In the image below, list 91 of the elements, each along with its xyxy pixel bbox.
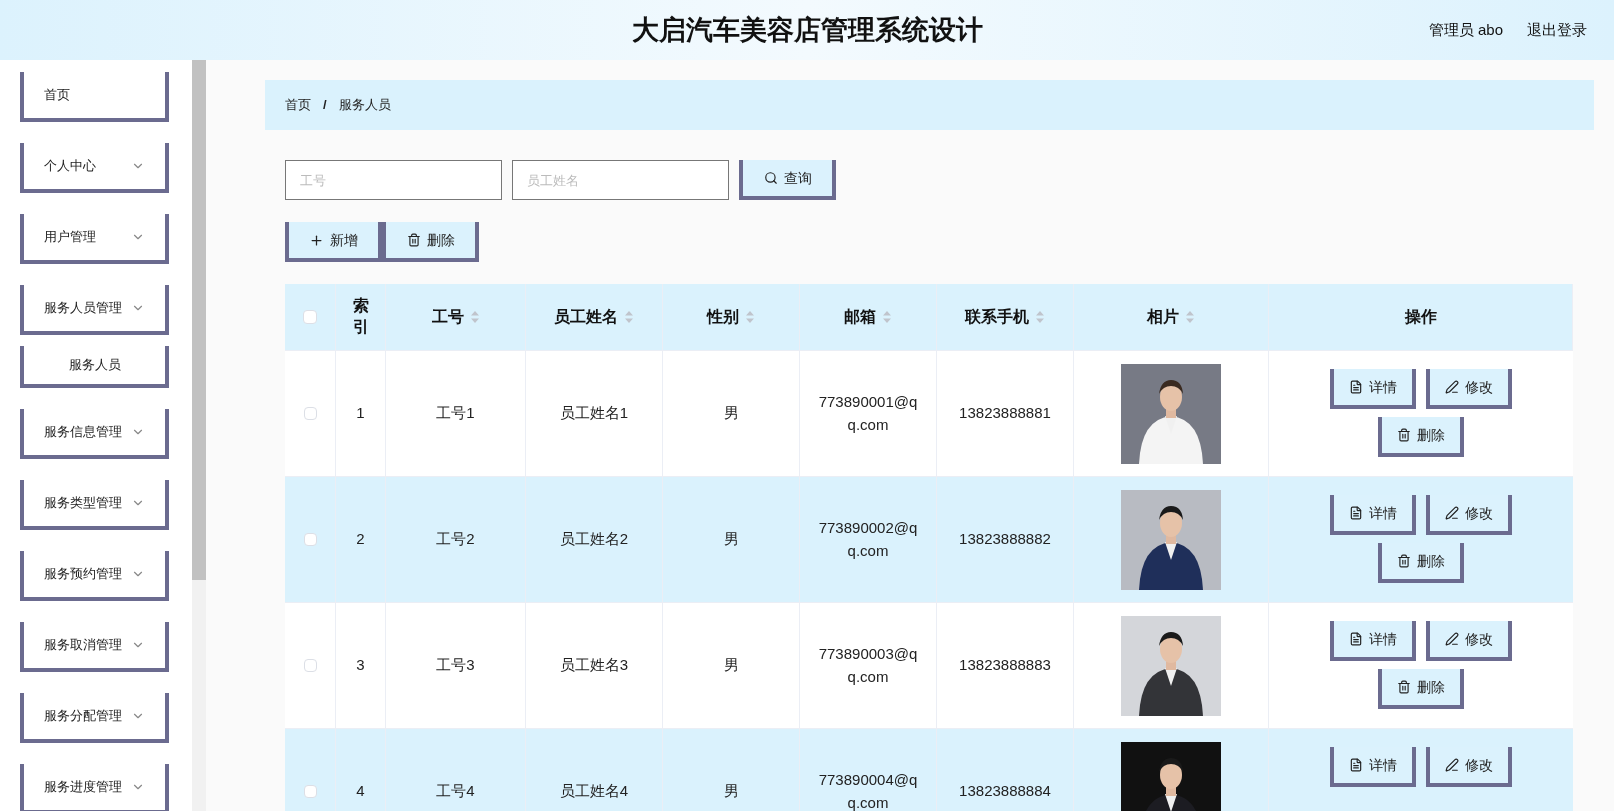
table-cell: 773890003@qq.com [800, 603, 937, 728]
pencil-icon [1445, 758, 1459, 772]
sort-icon[interactable] [1185, 310, 1195, 324]
trash-icon [1397, 680, 1411, 694]
edit-button[interactable]: 修改 [1426, 747, 1512, 787]
trash-icon [1397, 554, 1411, 568]
delete-button[interactable]: 删除 [1378, 543, 1464, 583]
table-cell: 员工姓名1 [526, 351, 663, 476]
menu-item[interactable]: 个人中心 [20, 143, 169, 193]
menu-item[interactable]: 服务信息管理 [20, 409, 169, 459]
column-header: 邮箱 [844, 307, 876, 327]
table-cell: 4 [336, 729, 386, 811]
document-icon [1349, 506, 1363, 520]
breadcrumb-link[interactable]: 首页 [285, 95, 311, 115]
table-cell: 男 [663, 477, 800, 602]
row-checkbox[interactable] [303, 407, 317, 420]
breadcrumb-link[interactable]: 服务人员 [338, 95, 391, 115]
document-icon [1349, 758, 1363, 772]
trash-icon [406, 233, 421, 247]
search-icon [763, 171, 778, 185]
detail-button[interactable]: 详情 [1330, 369, 1416, 409]
document-icon [1349, 632, 1363, 646]
table-cell: 工号2 [386, 477, 526, 602]
detail-button[interactable]: 详情 [1330, 747, 1416, 787]
table-cell: 工号1 [386, 351, 526, 476]
table-cell: 员工姓名3 [526, 603, 663, 728]
table-cell: 773890002@qq.com [800, 477, 937, 602]
detail-button[interactable]: 详情 [1330, 621, 1416, 661]
pencil-icon [1445, 380, 1459, 394]
search-field[interactable]: 员工姓名 [512, 160, 729, 200]
table-cell: 男 [663, 603, 800, 728]
sort-icon[interactable] [624, 310, 634, 324]
table-cell: 13823888882 [937, 477, 1074, 602]
table-cell: 男 [663, 729, 800, 811]
breadcrumb-separator: / [323, 96, 327, 115]
table-cell: 工号4 [386, 729, 526, 811]
edit-button[interactable]: 修改 [1426, 369, 1512, 409]
table-cell: 1 [336, 351, 386, 476]
delete-button[interactable]: 删除 [382, 222, 479, 262]
sort-icon[interactable] [469, 310, 480, 324]
edit-button[interactable]: 修改 [1426, 495, 1512, 535]
row-checkbox[interactable] [303, 659, 317, 672]
table-cell: 员工姓名4 [526, 729, 663, 811]
table-cell: 13823888883 [937, 603, 1074, 728]
menu-item[interactable]: 服务取消管理 [20, 622, 169, 672]
delete-button[interactable]: 删除 [1378, 669, 1464, 709]
select-all-checkbox[interactable] [303, 310, 317, 324]
table-cell: 工号3 [386, 603, 526, 728]
table-cell: 3 [336, 603, 386, 728]
menu-item[interactable]: 服务类型管理 [20, 480, 169, 530]
table-cell: 773890004@qq.com [800, 729, 937, 811]
user-label: 管理员 abo [1428, 19, 1503, 40]
sort-icon[interactable] [745, 310, 755, 324]
trash-icon [1397, 428, 1411, 442]
column-header: 员工姓名 [554, 307, 618, 327]
menu-item[interactable]: 用户管理 [20, 214, 169, 264]
table-cell: 13823888881 [937, 351, 1074, 476]
column-header: 相片 [1147, 307, 1179, 327]
column-header: 性别 [707, 307, 739, 327]
app-title: 大启汽车美容店管理系统设计 [631, 13, 983, 47]
plus-icon [309, 232, 324, 248]
pencil-icon [1445, 632, 1459, 646]
menu-item[interactable]: 服务人员管理 [20, 285, 169, 335]
column-header: 操作 [1404, 307, 1437, 327]
query-button[interactable]: 查询 [739, 160, 836, 200]
row-checkbox[interactable] [303, 533, 317, 546]
document-icon [1349, 380, 1363, 394]
pencil-icon [1445, 506, 1459, 520]
table-cell: 男 [663, 351, 800, 476]
table-cell: 员工姓名2 [526, 477, 663, 602]
table-cell: 13823888884 [937, 729, 1074, 811]
edit-button[interactable]: 修改 [1426, 621, 1512, 661]
table-cell: 773890001@qq.com [800, 351, 937, 476]
menu-item[interactable]: 服务进度管理 [20, 764, 169, 811]
submenu-item[interactable]: 服务人员 [20, 346, 169, 388]
sort-icon[interactable] [882, 310, 892, 324]
column-header: 索引 [352, 296, 369, 337]
logout-link[interactable]: 退出登录 [1527, 18, 1587, 42]
column-header: 联系手机 [965, 307, 1029, 327]
column-header: 工号 [431, 307, 464, 327]
table-cell: 2 [336, 477, 386, 602]
search-field[interactable]: 工号 [285, 160, 502, 200]
menu-item[interactable]: 首页 [20, 72, 169, 122]
row-checkbox[interactable] [303, 785, 317, 798]
detail-button[interactable]: 详情 [1330, 495, 1416, 535]
sort-icon[interactable] [1035, 310, 1045, 324]
menu-item[interactable]: 服务预约管理 [20, 551, 169, 601]
scrollbar[interactable] [192, 60, 206, 811]
add-button[interactable]: 新增 [285, 222, 382, 262]
delete-button[interactable]: 删除 [1378, 417, 1464, 457]
menu-item[interactable]: 服务分配管理 [20, 693, 169, 743]
